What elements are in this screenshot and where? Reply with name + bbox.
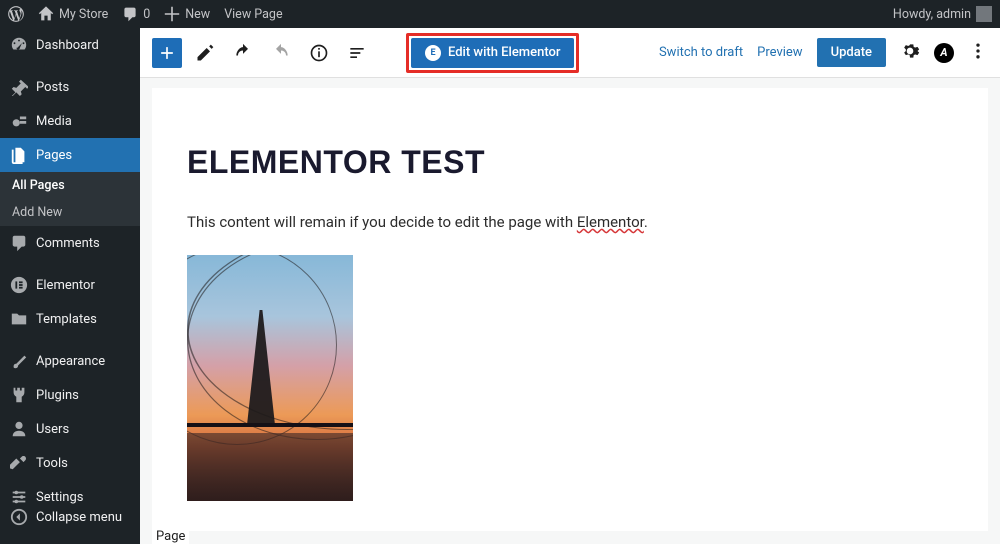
folder-icon [10,310,28,328]
update-button[interactable]: Update [817,38,886,67]
redo-icon [271,43,291,63]
elementor-button-highlight: E Edit with Elementor [406,33,579,73]
pages-icon [10,146,28,164]
plugin-icon [10,386,28,404]
sidebar-item-users[interactable]: Users [0,412,140,446]
sidebar-item-label: Comments [36,236,100,251]
toolbar-right: Switch to draft Preview Update A [659,38,988,67]
settings-button[interactable] [900,41,920,65]
wp-logo[interactable] [8,6,24,22]
sidebar-item-label: Users [36,422,69,437]
sidebar-item-posts[interactable]: Posts [0,70,140,104]
sidebar-item-dashboard[interactable]: Dashboard [0,28,140,62]
sidebar-item-label: Posts [36,80,69,95]
sidebar-item-label: Dashboard [36,38,99,53]
sidebar-item-label: Plugins [36,388,79,403]
pencil-icon [195,43,215,63]
gear-icon [900,41,920,61]
elementor-icon [10,276,28,294]
howdy-link[interactable]: Howdy, admin [893,6,992,22]
sidebar-item-label: Tools [36,456,68,471]
info-icon [309,43,329,63]
user-avatar-icon [976,6,992,22]
brush-icon [10,352,28,370]
dashboard-icon [10,36,28,54]
sidebar-item-appearance[interactable]: Appearance [0,344,140,378]
sidebar-item-templates[interactable]: Templates [0,302,140,336]
site-name-label: My Store [59,7,108,22]
comment-icon [122,6,138,22]
sidebar-item-label: Media [36,114,72,129]
sidebar-item-elementor[interactable]: Elementor [0,268,140,302]
bridge-image [187,255,353,501]
sidebar-item-plugins[interactable]: Plugins [0,378,140,412]
astra-icon: A [934,43,954,63]
comments-count: 0 [143,7,150,22]
comment-icon [10,234,28,252]
sidebar-subitem-add-new[interactable]: Add New [0,199,140,226]
redo-button[interactable] [266,38,296,68]
admin-sidebar: Dashboard Posts Media Pages All Pages Ad… [0,28,140,544]
paragraph-text-before: This content will remain if you decide t… [187,213,577,231]
more-vertical-icon [968,41,988,61]
wordpress-icon [8,6,24,22]
page-paragraph[interactable]: This content will remain if you decide t… [187,213,928,231]
edit-with-elementor-button[interactable]: E Edit with Elementor [411,38,574,68]
wp-admin-bar: My Store 0 New View Page Howdy, admin [0,0,1000,28]
elementor-button-label: Edit with Elementor [448,45,560,60]
new-content-link[interactable]: New [164,6,210,22]
sidebar-item-comments[interactable]: Comments [0,226,140,260]
undo-button[interactable] [228,38,258,68]
template-label: Page [152,523,189,544]
preview-button[interactable]: Preview [757,45,802,60]
more-options-button[interactable] [968,41,988,65]
pin-icon [10,78,28,96]
user-icon [10,420,28,438]
adminbar-right: Howdy, admin [893,6,992,22]
collapse-menu-button[interactable]: Collapse menu [0,500,140,534]
plus-icon [164,6,180,22]
view-page-link[interactable]: View Page [224,7,282,22]
editor-toolbar: E Edit with Elementor Switch to draft Pr… [140,28,1000,78]
paragraph-link-text: Elementor [577,213,644,231]
editor-body: ELEMENTOR TEST This content will remain … [140,78,1000,544]
home-icon [38,6,54,22]
list-icon [347,43,367,63]
sidebar-item-label: Appearance [36,354,105,369]
sidebar-item-label: Elementor [36,278,95,293]
howdy-label: Howdy, admin [893,7,971,22]
comments-link[interactable]: 0 [122,6,150,22]
astra-button[interactable]: A [934,43,954,63]
editor-main: E Edit with Elementor Switch to draft Pr… [140,28,1000,544]
outline-button[interactable] [342,38,372,68]
sidebar-item-media[interactable]: Media [0,104,140,138]
editor-canvas[interactable]: ELEMENTOR TEST This content will remain … [152,88,988,531]
undo-icon [233,43,253,63]
adminbar-left: My Store 0 New View Page [8,6,283,22]
add-block-button[interactable] [152,38,182,68]
sidebar-item-tools[interactable]: Tools [0,446,140,480]
site-name-link[interactable]: My Store [38,6,108,22]
view-page-label: View Page [224,7,282,22]
media-icon [10,112,28,130]
plus-icon [157,43,177,63]
sidebar-item-label: Collapse menu [36,510,122,525]
new-label: New [185,7,210,22]
wrench-icon [10,454,28,472]
switch-to-draft-button[interactable]: Switch to draft [659,45,743,60]
sidebar-subitem-all-pages[interactable]: All Pages [0,172,140,199]
edit-mode-button[interactable] [190,38,220,68]
collapse-icon [10,508,28,526]
image-block[interactable] [187,255,928,501]
sidebar-item-label: Templates [36,312,97,327]
elementor-circle-icon: E [425,45,441,61]
sidebar-item-label: Pages [36,148,72,163]
page-title[interactable]: ELEMENTOR TEST [187,144,928,181]
info-button[interactable] [304,38,334,68]
pages-submenu: All Pages Add New [0,172,140,226]
paragraph-text-after: . [644,213,648,231]
sidebar-item-pages[interactable]: Pages [0,138,140,172]
